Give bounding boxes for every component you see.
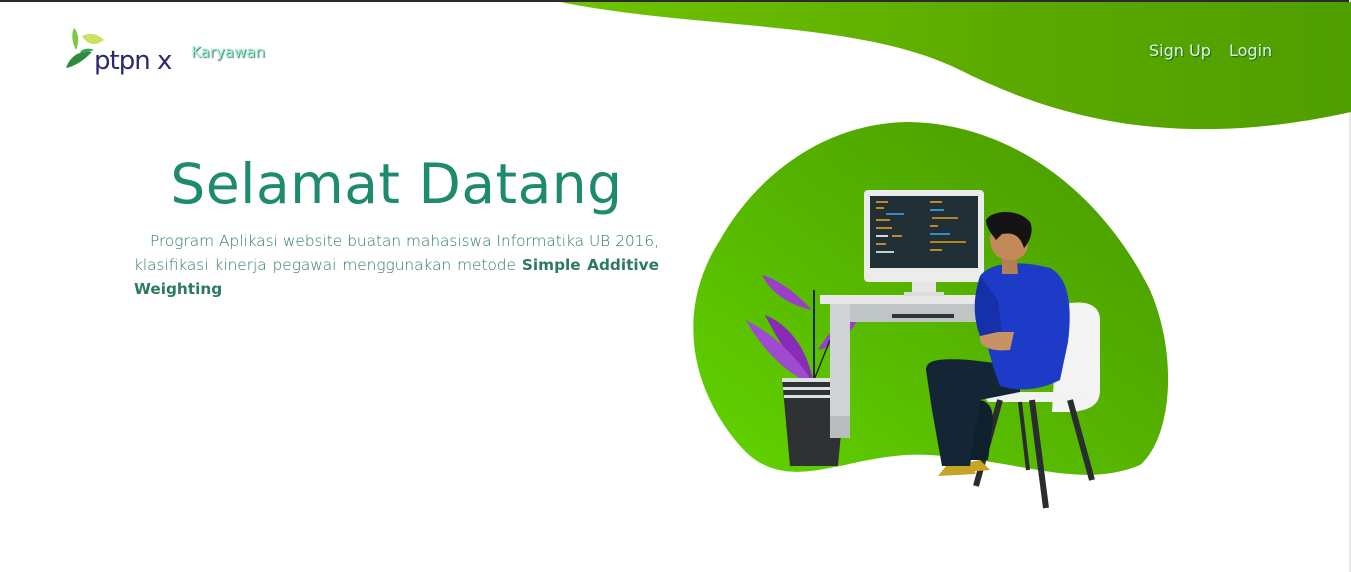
- nav-karyawan-link[interactable]: Karyawan: [191, 43, 265, 61]
- hero-description: Program Aplikasi website buatan mahasisw…: [134, 229, 659, 301]
- page-title: Selamat Datang: [170, 152, 623, 216]
- monitor-icon: [864, 190, 984, 296]
- logo-text: ptpn x: [94, 46, 172, 76]
- person-at-computer-icon: [693, 122, 1169, 509]
- signup-link[interactable]: Sign Up: [1149, 41, 1211, 60]
- login-link[interactable]: Login: [1229, 41, 1272, 60]
